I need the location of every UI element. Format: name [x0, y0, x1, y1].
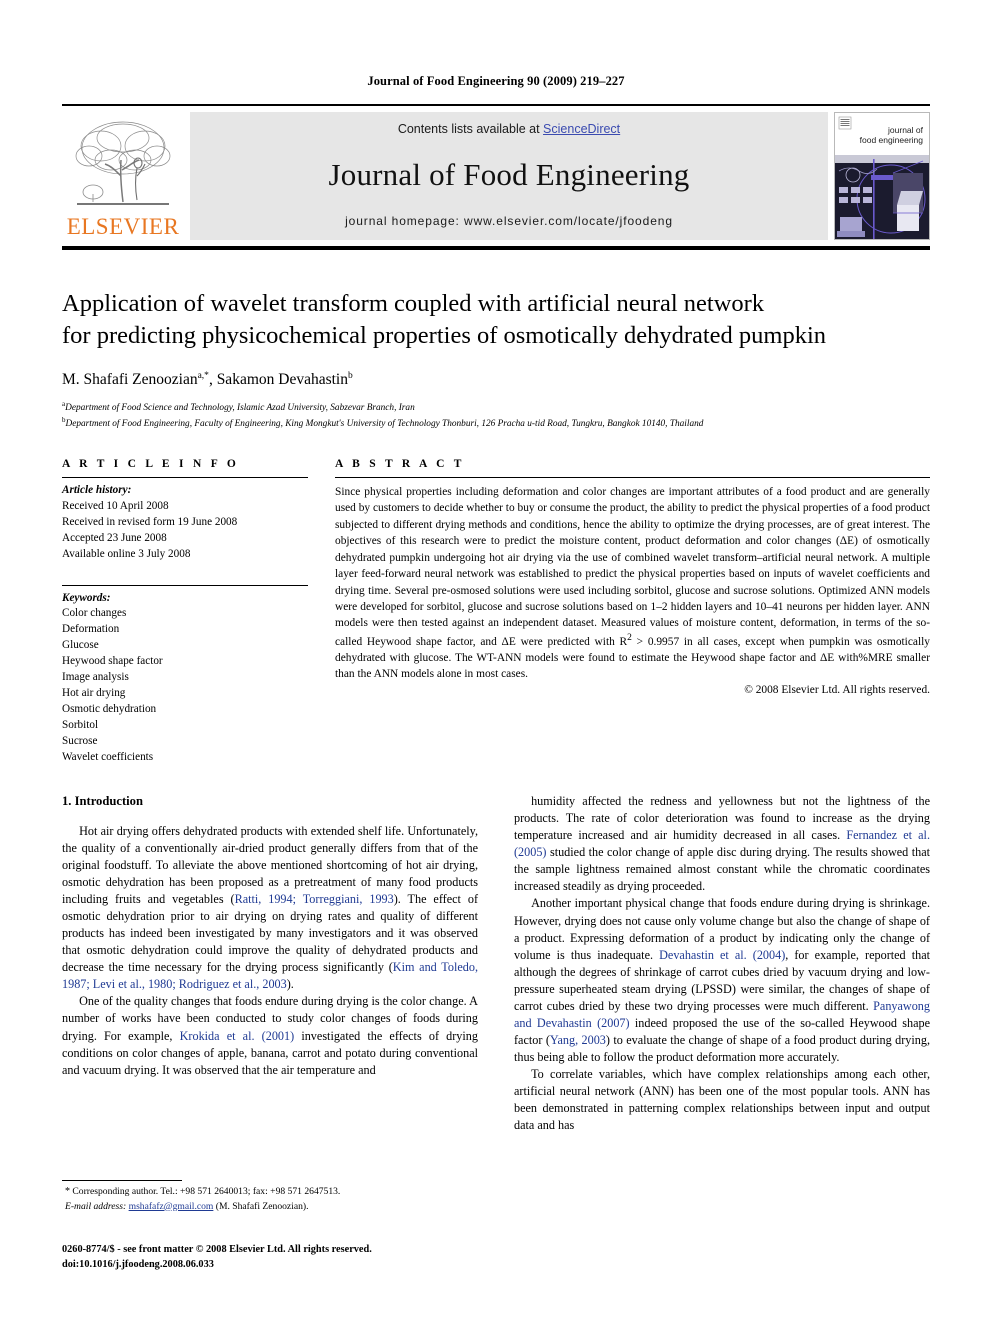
history-accepted: Accepted 23 June 2008	[62, 531, 167, 544]
corresponding-author-text: Corresponding author. Tel.: +98 571 2640…	[72, 1186, 341, 1197]
journal-masthead: ELSEVIER Contents lists available at Sci…	[62, 104, 930, 250]
page-title: Application of wavelet transform coupled…	[62, 288, 930, 353]
keyword-item: Osmotic dehydration	[62, 702, 157, 715]
contents-prefix: Contents lists available at	[397, 122, 544, 136]
keyword-item: Sorbitol	[62, 718, 99, 731]
asterisk-icon: *	[65, 1186, 70, 1197]
history-online: Available online 3 July 2008	[62, 547, 191, 560]
svg-text:journal of: journal of	[887, 125, 924, 135]
keyword-item: Deformation	[62, 623, 120, 636]
affiliation-a-text: Department of Food Science and Technolog…	[65, 402, 415, 413]
email-label: E-mail address:	[65, 1200, 127, 1212]
citation-reference[interactable]: Fernandez et al. (2005)	[514, 828, 930, 859]
author-2-marker[interactable]: b	[348, 371, 353, 381]
abstract-text: Since physical properties including defo…	[335, 478, 930, 683]
footnote-block: * Corresponding author. Tel.: +98 571 26…	[62, 1180, 478, 1213]
footnote-rule	[62, 1180, 182, 1181]
email-note: E-mail address: mshafafz@gmail.com (M. S…	[62, 1200, 478, 1214]
paragraph: Another important physical change that f…	[514, 896, 930, 1065]
citation-reference[interactable]: Ratti, 1994; Torreggiani, 1993	[235, 892, 394, 906]
paper-title-line2: for predicting physicochemical propertie…	[62, 322, 827, 350]
running-head: Journal of Food Engineering 90 (2009) 21…	[367, 74, 625, 88]
citation-reference[interactable]: Kim and Toledo, 1987; Levi et al., 1980;…	[62, 960, 478, 991]
abstract-column: A B S T R A C T Since physical propertie…	[335, 458, 930, 766]
email-suffix: (M. Shafafi Zenoozian).	[213, 1200, 309, 1212]
journal-cover-thumbnail: journal of food engineering	[834, 112, 930, 240]
keyword-item: Image analysis	[62, 671, 129, 684]
author-1: M. Shafafi Zenoozian	[62, 370, 198, 388]
email-link[interactable]: mshafafz@gmail.com	[129, 1201, 214, 1212]
body-columns: 1. Introduction Hot air drying offers de…	[62, 793, 930, 1135]
author-1-marker[interactable]: a,*	[198, 371, 209, 381]
author-list: M. Shafafi Zenooziana,*, Sakamon Devahas…	[62, 370, 353, 388]
journal-homepage-line[interactable]: journal homepage: www.elsevier.com/locat…	[345, 214, 673, 228]
body-column-left: 1. Introduction Hot air drying offers de…	[62, 793, 478, 1135]
paragraph: One of the quality changes that foods en…	[62, 994, 478, 1077]
affiliation-b-text: Department of Food Engineering, Faculty …	[65, 419, 704, 430]
abstract-heading: A B S T R A C T	[335, 458, 465, 470]
abstract-text-main: Since physical properties including defo…	[335, 486, 930, 648]
article-history-label: Article history:	[62, 484, 132, 496]
elsevier-tree-icon	[71, 116, 175, 214]
body-column-right: humidity affected the redness and yellow…	[514, 793, 930, 1135]
paragraph: Hot air drying offers dehydrated product…	[62, 823, 479, 992]
history-revised: Received in revised form 19 June 2008	[62, 515, 238, 528]
author-2: Sakamon Devahastin	[216, 370, 348, 388]
sciencedirect-link[interactable]: ScienceDirect	[543, 122, 620, 136]
keyword-item: Wavelet coefficients	[62, 750, 154, 763]
keyword-item: Heywood shape factor	[62, 655, 163, 668]
corresponding-author-note: * Corresponding author. Tel.: +98 571 26…	[62, 1185, 478, 1200]
info-abstract-section: A R T I C L E I N F O Article history: R…	[62, 458, 930, 766]
affiliation-a: aDepartment of Food Science and Technolo…	[62, 399, 930, 416]
paper-page: Journal of Food Engineering 90 (2009) 21…	[0, 0, 992, 1323]
issn-doi-block: 0260-8774/$ - see front matter © 2008 El…	[62, 1243, 562, 1273]
citation-reference[interactable]: Panyawong and Devahastin (2007)	[514, 999, 930, 1030]
elsevier-logo: ELSEVIER	[62, 112, 184, 240]
svg-text:food engineering: food engineering	[860, 135, 924, 145]
paragraph: humidity affected the redness and yellow…	[514, 794, 930, 894]
journal-title: Journal of Food Engineering	[328, 157, 690, 192]
elsevier-wordmark: ELSEVIER	[66, 214, 180, 239]
masthead-center-panel: Contents lists available at ScienceDirec…	[190, 112, 828, 240]
doi-line: doi:10.1016/j.jfoodeng.2008.06.033	[62, 1258, 214, 1270]
abstract-copyright: © 2008 Elsevier Ltd. All rights reserved…	[744, 683, 930, 696]
title-block: Application of wavelet transform coupled…	[62, 288, 930, 432]
history-received: Received 10 April 2008	[62, 499, 169, 512]
article-history-group: Article history: Received 10 April 2008 …	[62, 478, 308, 563]
issn-line: 0260-8774/$ - see front matter © 2008 El…	[62, 1244, 372, 1255]
article-info-heading: A R T I C L E I N F O	[62, 458, 240, 470]
masthead-bottom-rule	[62, 246, 930, 250]
affiliation-b: bDepartment of Food Engineering, Faculty…	[62, 415, 930, 432]
article-info-column: A R T I C L E I N F O Article history: R…	[62, 458, 308, 766]
keyword-item: Color changes	[62, 607, 127, 620]
section-title-introduction: 1. Introduction	[62, 794, 143, 808]
citation-reference[interactable]: Krokida et al. (2001)	[180, 1029, 295, 1043]
keywords-group: Keywords: Color changes Deformation Gluc…	[62, 586, 308, 766]
paragraph: To correlate variables, which have compl…	[514, 1067, 930, 1133]
contents-available-line: Contents lists available at ScienceDirec…	[398, 122, 620, 136]
affiliations: aDepartment of Food Science and Technolo…	[62, 399, 930, 432]
citation-reference[interactable]: Yang, 2003	[550, 1033, 606, 1047]
paper-title-line1: Application of wavelet transform coupled…	[62, 290, 765, 317]
keywords-label: Keywords:	[62, 591, 111, 604]
citation-reference[interactable]: Devahastin et al. (2004)	[659, 948, 785, 962]
keyword-item: Sucrose	[62, 734, 98, 747]
keyword-item: Glucose	[62, 639, 99, 652]
keyword-item: Hot air drying	[62, 686, 126, 699]
